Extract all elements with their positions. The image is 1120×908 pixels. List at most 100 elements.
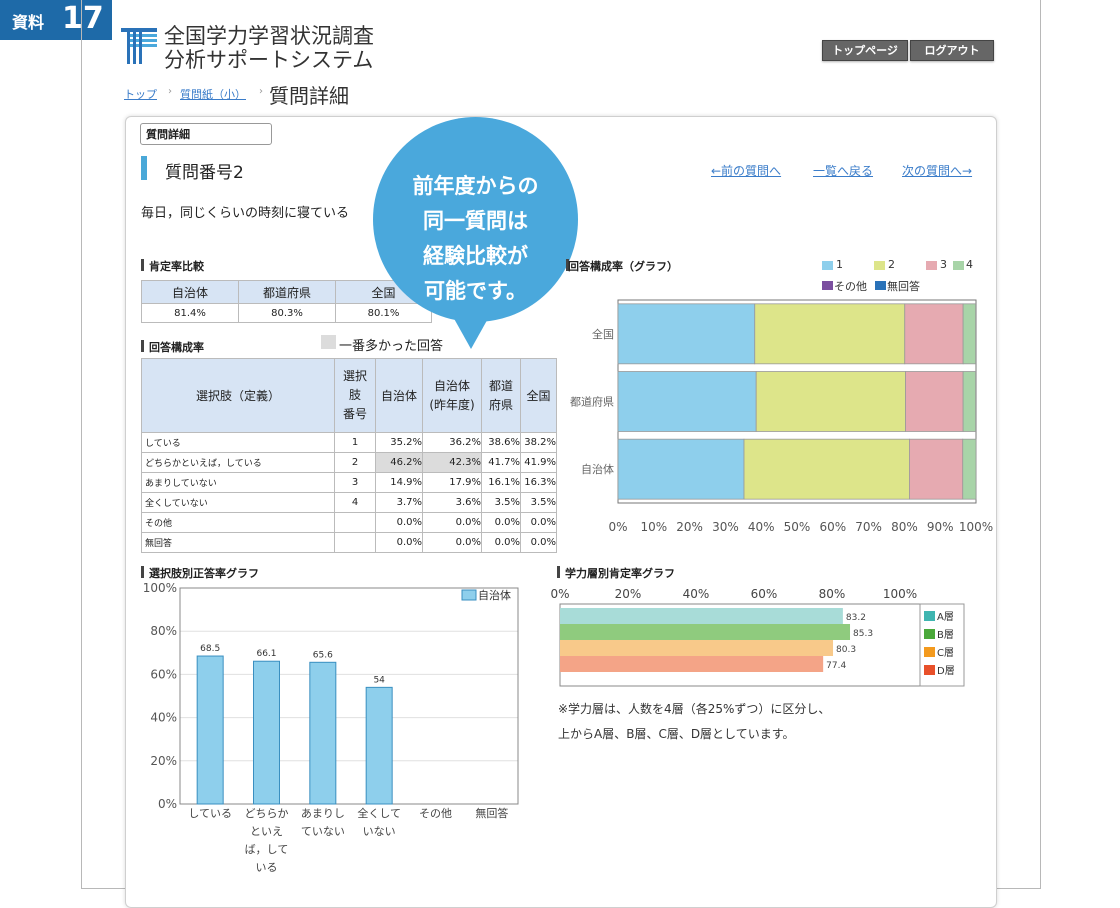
resp-header-muni: 自治体	[375, 358, 423, 433]
bar-segment	[755, 371, 906, 432]
question-number-title: 質問番号2	[165, 163, 244, 183]
level-affirmation-chart: 0% 20% 40% 60% 80% 100% 83.2 85.3 80.3 77.4 A層 B層 C層…	[550, 587, 965, 687]
nat-rate: 41.9%	[520, 452, 557, 473]
bar-segment	[909, 438, 964, 500]
section-marker	[141, 340, 144, 352]
choice-number	[334, 512, 376, 533]
table-row: 全くしていない 4 3.7% 3.6% 3.5% 3.5%	[141, 492, 557, 513]
table-row: あまりしていない 3 14.9% 17.9% 16.1% 16.3%	[141, 472, 557, 493]
nat-rate: 3.5%	[520, 492, 557, 513]
tab-question-detail[interactable]: 質問詳細	[140, 123, 272, 145]
response-table: 選択肢（定義） 選択肢番号 自治体 自治体 (昨年度) 都道 府県 全国 している 1…	[141, 358, 557, 553]
bar-segment	[617, 303, 756, 365]
legend-swatch	[924, 665, 935, 675]
muni-rate: 0.0%	[375, 512, 423, 533]
x-tick-label: 0%	[550, 587, 569, 601]
response-title: 回答構成率	[149, 341, 204, 354]
x-tick-label: その他	[419, 807, 452, 820]
muni-rate: 35.2%	[375, 432, 423, 453]
logout-button[interactable]: ログアウト	[910, 40, 994, 61]
muni-prev-rate: 36.2%	[422, 432, 482, 453]
data-label: 83.2	[846, 613, 866, 623]
x-tick-label: 70%	[855, 520, 882, 534]
table-row: 無回答 0.0% 0.0% 0.0% 0.0%	[141, 532, 557, 553]
bar-segment	[962, 371, 977, 432]
bar-segment	[962, 438, 977, 500]
top-page-button[interactable]: トップページ	[822, 40, 908, 61]
next-question-link[interactable]: 次の質問へ→	[902, 162, 972, 179]
choice-label: どちらかといえば，している	[141, 452, 335, 473]
question-title-accent	[141, 156, 147, 180]
callout-line-2: 同一質問は	[423, 209, 528, 233]
legend-label: B層	[937, 629, 954, 641]
muni-rate: 0.0%	[375, 532, 423, 553]
legend-swatch-3	[926, 261, 937, 270]
material-tag-label: 資料	[12, 13, 45, 32]
muni-rate: 46.2%	[375, 452, 423, 473]
level-note-line2: 上からA層、B層、C層、D層としています。	[558, 727, 795, 741]
callout-line-3: 経験比較が	[423, 244, 528, 268]
muni-rate: 3.7%	[375, 492, 423, 513]
affirmation-title: 肯定率比較	[149, 260, 204, 273]
legend-swatch-other	[822, 281, 833, 290]
level-chart-title: 学力層別肯定率グラフ	[565, 567, 675, 580]
prev-question-link[interactable]: ←前の質問へ	[711, 162, 781, 179]
app-title-line2: 分析サポートシステム	[164, 48, 374, 72]
y-tick-label: 全国	[592, 327, 614, 341]
x-tick-label: 60%	[751, 587, 778, 601]
nat-rate: 0.0%	[520, 512, 557, 533]
bar	[309, 661, 337, 805]
legend-label-3: 3	[940, 258, 947, 271]
muni-rate: 14.9%	[375, 472, 423, 493]
data-label: 77.4	[826, 661, 846, 671]
y-tick-label: 60%	[150, 667, 177, 681]
table-row: どちらかといえば，している 2 46.2% 42.3% 41.7% 41.9%	[141, 452, 557, 473]
x-tick-label: 80%	[819, 587, 846, 601]
plot-area	[179, 587, 519, 805]
level-note-line1: ※学力層は、人数を4層（各25%ずつ）に区分し、	[558, 702, 831, 716]
bar	[196, 655, 224, 805]
choice-label: 無回答	[141, 532, 335, 553]
legend-swatch-4	[953, 261, 964, 270]
resp-header-pref: 都道 府県	[481, 358, 521, 433]
back-to-list-link[interactable]: 一覧へ戻る	[813, 162, 873, 179]
aff-header-muni: 自治体	[141, 280, 239, 304]
data-label: 80.3	[836, 645, 856, 655]
bar-segment	[617, 371, 757, 432]
legend-label: 自治体	[478, 588, 511, 602]
breadcrumb-questionnaire[interactable]: 質問紙（小）	[180, 86, 246, 102]
data-label: 65.6	[313, 650, 333, 660]
choice-number: 4	[334, 492, 376, 513]
choice-label: その他	[141, 512, 335, 533]
y-tick-label: 0%	[158, 797, 177, 811]
x-tick-label: ば，して	[245, 843, 289, 856]
y-tick-label: 100%	[143, 581, 177, 595]
muni-prev-rate: 42.3%	[422, 452, 482, 473]
breadcrumb-top[interactable]: トップ	[124, 86, 157, 102]
choice-number: 3	[334, 472, 376, 493]
resp-header-choice: 選択肢（定義）	[141, 358, 335, 433]
legend-swatch	[924, 611, 935, 621]
legend-label-2: 2	[888, 258, 895, 271]
muni-prev-rate: 3.6%	[422, 492, 482, 513]
bar	[560, 640, 834, 656]
bar-segment	[904, 303, 964, 365]
legend-swatch-none	[875, 281, 886, 290]
bar-segment	[905, 371, 964, 432]
choice-label: あまりしていない	[141, 472, 335, 493]
choice-correct-rate-chart: 0% 20% 40% 60% 80% 100% 自治体 68.5 している 66.1 どちらかといえ…	[143, 581, 519, 874]
data-label: 68.5	[200, 644, 220, 654]
composition-chart: 全国都道府県自治体 0% 10% 20% 30% 40% 50% 60% 70% 80% 90% 10…	[570, 299, 993, 534]
x-tick-label: 20%	[615, 587, 642, 601]
x-tick-label: 20%	[676, 520, 703, 534]
x-tick-label: どちらか	[245, 807, 289, 820]
data-label: 54	[373, 675, 385, 685]
pref-rate: 16.1%	[481, 472, 521, 493]
legend-label: A層	[937, 611, 954, 623]
choice-label: している	[141, 432, 335, 453]
callout-tail	[452, 315, 490, 349]
x-tick-label: ていない	[301, 825, 345, 838]
bar	[560, 624, 851, 640]
callout-line-1: 前年度からの	[412, 174, 539, 198]
bar	[253, 660, 280, 805]
